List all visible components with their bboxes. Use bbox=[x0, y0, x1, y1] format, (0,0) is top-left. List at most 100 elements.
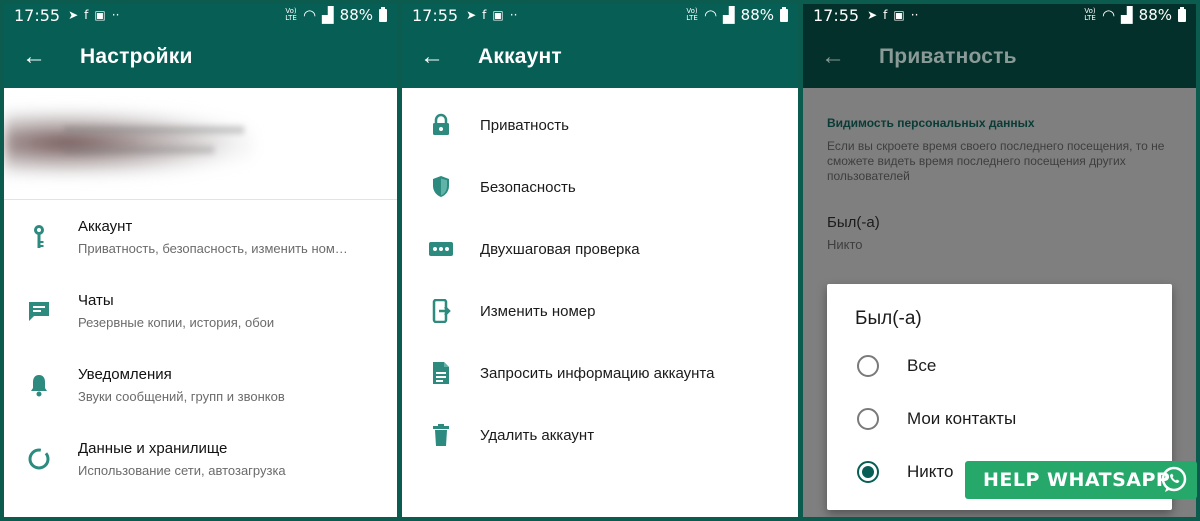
account-item-label: Двухшаговая проверка bbox=[480, 240, 640, 258]
app-bar: ← Настройки bbox=[4, 26, 397, 88]
option-everyone[interactable]: Все bbox=[857, 354, 936, 378]
account-item-privacy[interactable]: Приватность bbox=[402, 94, 798, 156]
settings-screen: 17:55 ➤ f ▣ ·· Vo) LTE ◠ ▟ 88% ← Настрой… bbox=[4, 4, 397, 517]
more-notifications-icon: ·· bbox=[111, 8, 120, 22]
help-whatsapp-watermark: HELP WHATSAPP bbox=[965, 461, 1197, 499]
settings-item-title: Данные и хранилище bbox=[78, 440, 228, 457]
trash-icon bbox=[428, 422, 454, 448]
settings-item-title: Чаты bbox=[78, 292, 114, 309]
phone-change-icon bbox=[428, 298, 454, 324]
account-item-label: Приватность bbox=[480, 116, 569, 134]
account-item-delete[interactable]: Удалить аккаунт bbox=[402, 404, 798, 466]
account-screen: 17:55 ➤ f ▣ ·· Vo) LTE ◠ ▟ 88% ← Аккаунт… bbox=[402, 4, 798, 517]
status-bar: 17:55 ➤ f ▣ ·· Vo) LTE ◠ ▟ 88% bbox=[803, 4, 1196, 26]
account-item-label: Изменить номер bbox=[480, 302, 596, 320]
more-notifications-icon: ·· bbox=[509, 8, 518, 22]
blurred-name bbox=[64, 126, 244, 134]
radio-button[interactable] bbox=[857, 408, 879, 430]
wifi-icon: ◠ bbox=[704, 6, 718, 24]
battery-level: 88% bbox=[339, 6, 373, 24]
privacy-screen: 17:55 ➤ f ▣ ·· Vo) LTE ◠ ▟ 88% ← Приватн… bbox=[803, 4, 1196, 517]
settings-item-subtitle: Звуки сообщений, групп и звонков bbox=[78, 389, 285, 404]
page-title: Настройки bbox=[80, 45, 193, 68]
radio-button-selected[interactable] bbox=[857, 461, 879, 483]
watermark-text: HELP WHATSAPP bbox=[983, 469, 1171, 491]
gallery-icon: ▣ bbox=[893, 8, 905, 22]
gallery-icon: ▣ bbox=[492, 8, 504, 22]
more-notifications-icon: ·· bbox=[910, 8, 919, 22]
status-time: 17:55 bbox=[14, 5, 61, 25]
settings-item-chats[interactable]: Чаты Резервные копии, история, обои bbox=[4, 274, 397, 348]
settings-item-subtitle: Использование сети, автозагрузка bbox=[78, 463, 286, 478]
whatsapp-logo-icon bbox=[1161, 466, 1187, 492]
account-item-security[interactable]: Безопасность bbox=[402, 156, 798, 218]
status-time: 17:55 bbox=[412, 5, 459, 25]
option-label: Мои контакты bbox=[907, 409, 1017, 428]
battery-icon bbox=[1178, 6, 1186, 22]
option-my-contacts[interactable]: Мои контакты bbox=[857, 407, 1016, 431]
option-nobody[interactable]: Никто bbox=[857, 460, 953, 484]
settings-item-data-storage[interactable]: Данные и хранилище Использование сети, а… bbox=[4, 422, 397, 496]
status-bar: 17:55 ➤ f ▣ ·· Vo) LTE ◠ ▟ 88% bbox=[402, 4, 798, 26]
section-header: Видимость персональных данных bbox=[827, 116, 1035, 130]
back-arrow-icon[interactable]: ← bbox=[420, 43, 478, 71]
privacy-content: Видимость персональных данных Если вы ск… bbox=[803, 88, 1196, 517]
settings-item-notifications[interactable]: Уведомления Звуки сообщений, групп и зво… bbox=[4, 348, 397, 422]
settings-item-account[interactable]: Аккаунт Приватность, безопасность, измен… bbox=[4, 200, 397, 274]
settings-list: Аккаунт Приватность, безопасность, измен… bbox=[4, 200, 397, 496]
facebook-icon: f bbox=[482, 8, 487, 22]
back-arrow-icon[interactable]: ← bbox=[821, 43, 879, 71]
battery-level: 88% bbox=[1138, 6, 1172, 24]
data-usage-icon bbox=[26, 446, 52, 472]
document-icon bbox=[428, 360, 454, 386]
app-bar: ← Аккаунт bbox=[402, 26, 798, 88]
last-seen-label: Был(-а) bbox=[827, 214, 880, 231]
last-seen-value: Никто bbox=[827, 237, 863, 252]
account-list: Приватность Безопасность Двухшаговая про… bbox=[402, 88, 798, 466]
account-item-change-number[interactable]: Изменить номер bbox=[402, 280, 798, 342]
account-item-label: Безопасность bbox=[480, 178, 576, 196]
telegram-icon: ➤ bbox=[466, 8, 477, 22]
signal-icon: ▟ bbox=[322, 6, 334, 24]
shield-icon bbox=[428, 174, 454, 200]
dialog-title: Был(-а) bbox=[855, 308, 922, 329]
settings-item-title: Аккаунт bbox=[78, 218, 133, 235]
gallery-icon: ▣ bbox=[94, 8, 106, 22]
account-item-label: Запросить информацию аккаунта bbox=[480, 364, 715, 382]
battery-icon bbox=[379, 6, 387, 22]
back-arrow-icon[interactable]: ← bbox=[22, 43, 80, 71]
account-item-label: Удалить аккаунт bbox=[480, 426, 595, 444]
radio-button[interactable] bbox=[857, 355, 879, 377]
blurred-status bbox=[64, 146, 214, 154]
option-label: Все bbox=[907, 356, 937, 375]
wifi-icon: ◠ bbox=[1102, 6, 1116, 24]
profile-row[interactable] bbox=[4, 88, 397, 200]
key-icon bbox=[26, 224, 52, 250]
page-title: Приватность bbox=[879, 45, 1017, 68]
notification-icons: ➤ f ▣ ·· bbox=[68, 8, 119, 22]
dots-icon bbox=[428, 236, 454, 262]
status-bar: 17:55 ➤ f ▣ ·· Vo) LTE ◠ ▟ 88% bbox=[4, 4, 397, 26]
last-seen-setting[interactable]: Был(-а) Никто bbox=[827, 214, 1172, 252]
status-time: 17:55 bbox=[813, 5, 860, 25]
bell-icon bbox=[26, 372, 52, 398]
facebook-icon: f bbox=[883, 8, 888, 22]
settings-item-subtitle: Приватность, безопасность, изменить ном… bbox=[78, 241, 348, 256]
lock-icon bbox=[428, 112, 454, 138]
settings-item-title: Уведомления bbox=[78, 366, 172, 383]
wifi-icon: ◠ bbox=[303, 6, 317, 24]
account-item-two-step[interactable]: Двухшаговая проверка bbox=[402, 218, 798, 280]
telegram-icon: ➤ bbox=[867, 8, 878, 22]
chat-icon bbox=[26, 298, 52, 324]
account-item-request-info[interactable]: Запросить информацию аккаунта bbox=[402, 342, 798, 404]
facebook-icon: f bbox=[84, 8, 89, 22]
app-bar: ← Приватность bbox=[803, 26, 1196, 88]
settings-item-subtitle: Резервные копии, история, обои bbox=[78, 315, 275, 330]
battery-icon bbox=[780, 6, 788, 22]
signal-icon: ▟ bbox=[723, 6, 735, 24]
battery-level: 88% bbox=[740, 6, 774, 24]
volte-icon: Vo) LTE bbox=[285, 7, 297, 22]
telegram-icon: ➤ bbox=[68, 8, 79, 22]
signal-icon: ▟ bbox=[1121, 6, 1133, 24]
section-description: Если вы скроете время своего последнего … bbox=[827, 139, 1165, 183]
